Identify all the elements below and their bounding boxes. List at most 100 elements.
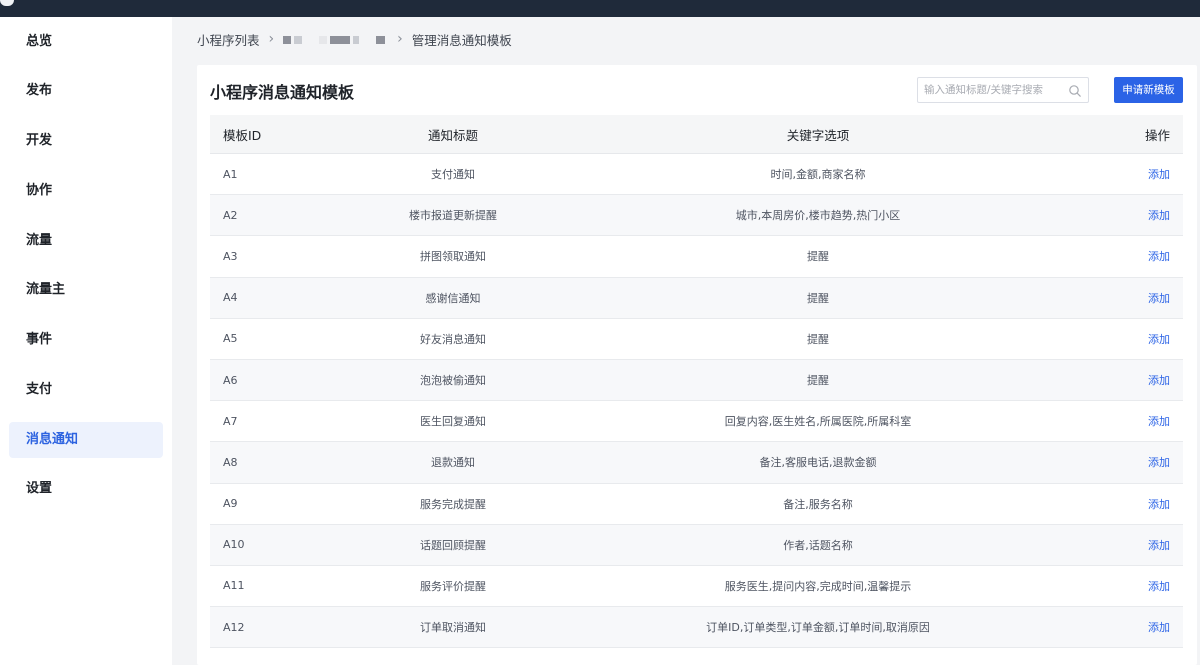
breadcrumb-current: 管理消息通知模板: [411, 32, 512, 48]
table-row: A11 服务评价提醒 服务医生,提问内容,完成时间,温馨提示 添加: [210, 565, 1183, 608]
table-row: A5 好友消息通知 提醒 添加: [210, 318, 1183, 360]
add-template-link[interactable]: 添加: [1148, 168, 1170, 181]
add-template-link[interactable]: 添加: [1148, 374, 1170, 387]
add-template-link[interactable]: 添加: [1148, 333, 1170, 346]
sidebar-item-develop[interactable]: 开发: [9, 123, 163, 159]
cell-keywords: 提醒: [807, 374, 829, 388]
cell-keywords: 提醒: [807, 332, 829, 346]
cell-operation: 添加: [1033, 372, 1183, 388]
cell-template-id: A3: [223, 249, 238, 263]
cell-operation: 添加: [1033, 619, 1183, 635]
breadcrumb-redacted-app[interactable]: [283, 32, 388, 47]
cell-keywords: 订单ID,订单类型,订单金额,订单时间,取消原因: [706, 621, 930, 635]
cell-operation: 添加: [1033, 413, 1183, 429]
cell-template-id: A5: [223, 332, 238, 346]
table-row: A4 感谢信通知 提醒 添加: [210, 277, 1183, 319]
column-header-keywords: 关键字选项: [786, 127, 850, 143]
add-template-link[interactable]: 添加: [1148, 292, 1170, 305]
cell-keywords: 提醒: [807, 250, 829, 264]
sidebar-item-traffic-owner[interactable]: 流量主: [9, 272, 163, 308]
cell-operation: 添加: [1033, 454, 1183, 470]
search-box: [917, 77, 1089, 103]
column-header-op: 操作: [1144, 127, 1170, 143]
table-row: A1 支付通知 时间,金额,商家名称 添加: [210, 154, 1183, 196]
sidebar-item-notifications[interactable]: 消息通知: [9, 422, 163, 458]
cell-notification-title: 拼图领取通知: [420, 250, 486, 264]
cell-template-id: A9: [223, 497, 238, 511]
cell-keywords: 服务医生,提问内容,完成时间,温馨提示: [724, 579, 912, 593]
add-template-link[interactable]: 添加: [1148, 415, 1170, 428]
page-title: 小程序消息通知模板: [210, 83, 355, 102]
cell-notification-title: 话题回顾提醒: [420, 538, 486, 552]
cell-operation: 添加: [1033, 248, 1183, 264]
cell-keywords: 时间,金额,商家名称: [770, 168, 866, 182]
table-row: A9 服务完成提醒 备注,服务名称 添加: [210, 483, 1183, 525]
cell-notification-title: 支付通知: [431, 168, 475, 182]
cell-template-id: A10: [223, 538, 245, 552]
sidebar-item-traffic[interactable]: 流量: [9, 223, 163, 259]
sidebar-item-overview[interactable]: 总览: [9, 24, 163, 60]
cell-keywords: 作者,话题名称: [783, 538, 853, 552]
cell-operation: 添加: [1033, 578, 1183, 594]
apply-new-template-button[interactable]: 申请新模板: [1114, 77, 1183, 103]
search-input[interactable]: [918, 78, 1063, 102]
cell-template-id: A8: [223, 455, 238, 469]
redacted-block: [353, 36, 360, 44]
add-template-link[interactable]: 添加: [1148, 250, 1170, 263]
table-row: A12 订单取消通知 订单ID,订单类型,订单金额,订单时间,取消原因 添加: [210, 607, 1183, 649]
cell-notification-title: 泡泡被偷通知: [420, 374, 486, 388]
sidebar-item-collaborate[interactable]: 协作: [9, 173, 163, 209]
breadcrumb-root[interactable]: 小程序列表: [197, 30, 260, 49]
add-template-link[interactable]: 添加: [1148, 498, 1170, 511]
cell-template-id: A2: [223, 208, 238, 222]
add-template-link[interactable]: 添加: [1148, 621, 1170, 634]
redacted-block: [330, 36, 351, 44]
table-row: A3 拼图领取通知 提醒 添加: [210, 236, 1183, 278]
cell-notification-title: 楼市报道更新提醒: [409, 209, 497, 223]
sidebar-item-settings[interactable]: 设置: [9, 471, 163, 507]
sidebar-item-payment[interactable]: 支付: [9, 372, 163, 408]
cell-keywords: 备注,服务名称: [783, 497, 853, 511]
redacted-block: [319, 36, 328, 44]
table-row: A8 退款通知 备注,客服电话,退款金额 添加: [210, 442, 1183, 484]
cell-template-id: A4: [223, 291, 238, 305]
table-row: A2 楼市报道更新提醒 城市,本周房价,楼市趋势,热门小区 添加: [210, 195, 1183, 237]
sidebar-item-publish[interactable]: 发布: [9, 73, 163, 109]
table-row: A6 泡泡被偷通知 提醒 添加: [210, 359, 1183, 402]
cell-template-id: A1: [223, 167, 238, 181]
logo-icon: [0, 0, 14, 6]
cell-template-id: A11: [223, 579, 245, 593]
add-template-link[interactable]: 添加: [1148, 539, 1170, 552]
add-template-link[interactable]: 添加: [1148, 580, 1170, 593]
redacted-block: [294, 36, 303, 44]
cell-template-id: A12: [223, 620, 245, 634]
cell-keywords: 城市,本周房价,楼市趋势,热门小区: [735, 209, 901, 223]
cell-keywords: 备注,客服电话,退款金额: [759, 456, 877, 470]
cell-operation: 添加: [1033, 290, 1183, 306]
cell-template-id: A6: [223, 373, 238, 387]
main-content: 小程序列表 › › 管理消息通知模板 小程序消息通知模板 申请新模板 模板ID …: [172, 17, 1200, 665]
cell-operation: 添加: [1033, 207, 1183, 223]
template-table: 模板ID 通知标题 关键字选项 操作 A1 支付通知 时间,金额,商家名称 添加 A2 楼…: [210, 115, 1183, 649]
redacted-block: [283, 36, 292, 44]
redacted-block: [376, 36, 386, 44]
chevron-right-icon: ›: [397, 31, 403, 47]
cell-operation: 添加: [1033, 496, 1183, 512]
cell-notification-title: 退款通知: [431, 456, 475, 470]
add-template-link[interactable]: 添加: [1148, 456, 1170, 469]
column-header-title: 通知标题: [427, 127, 478, 143]
chevron-right-icon: ›: [268, 31, 275, 47]
cell-template-id: A7: [223, 414, 238, 428]
cell-operation: 添加: [1033, 537, 1183, 553]
cell-keywords: 提醒: [807, 291, 829, 305]
cell-notification-title: 订单取消通知: [420, 621, 486, 635]
search-icon[interactable]: [1068, 84, 1082, 98]
sidebar-item-events[interactable]: 事件: [9, 322, 163, 358]
add-template-link[interactable]: 添加: [1148, 209, 1170, 222]
cell-keywords: 回复内容,医生姓名,所属医院,所属科室: [724, 415, 912, 429]
breadcrumb: 小程序列表 › › 管理消息通知模板: [197, 30, 512, 48]
sidebar: 总览 发布 开发 协作 流量 流量主 事件 支付 消息通知 设置: [0, 17, 172, 665]
table-header: 模板ID 通知标题 关键字选项 操作: [210, 115, 1183, 154]
cell-notification-title: 医生回复通知: [420, 415, 486, 429]
table-body: A1 支付通知 时间,金额,商家名称 添加 A2 楼市报道更新提醒 城市,本周房价,楼市趋势…: [210, 154, 1183, 649]
